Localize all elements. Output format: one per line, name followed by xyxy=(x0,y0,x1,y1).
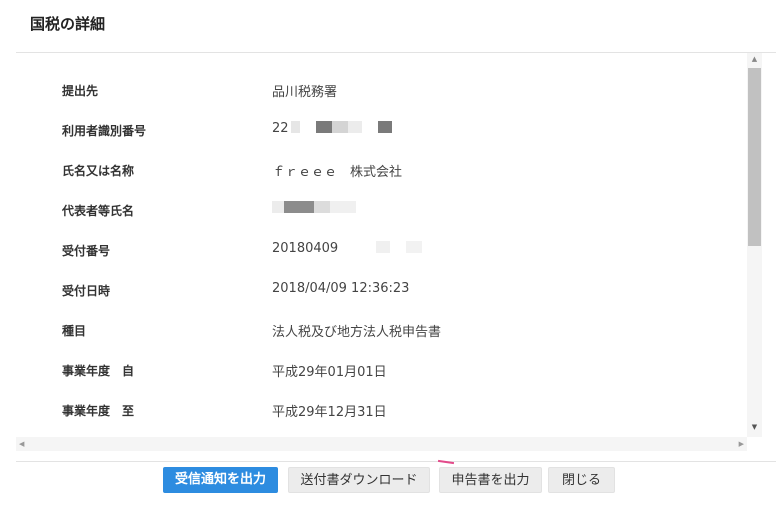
detail-label: 受付番号 xyxy=(62,244,111,258)
redaction-mask xyxy=(299,121,316,133)
detail-row-representative: 代表者等氏名 xyxy=(16,200,747,220)
scroll-right-arrow-icon[interactable]: ▶ xyxy=(739,437,744,451)
dialog-footer: 受信通知を出力 送付書ダウンロード 申告書を出力 閉じる xyxy=(0,467,778,495)
detail-row-receipt-datetime: 受付日時 2018/04/09 12:36:23 xyxy=(16,280,747,300)
download-cover-letter-button[interactable]: 送付書ダウンロード xyxy=(288,467,430,493)
close-button[interactable]: 閉じる xyxy=(548,467,615,493)
detail-row-office: 提出先 品川税務署 xyxy=(16,80,747,100)
detail-row-name: 氏名又は名称 ｆｒｅｅｅ 株式会社 xyxy=(16,160,747,180)
dialog-title: 国税の詳細 xyxy=(30,15,106,33)
detail-value-wrap xyxy=(272,201,356,216)
redaction-mask xyxy=(315,121,332,133)
redaction-mask xyxy=(331,121,348,133)
detail-label: 事業年度 自 xyxy=(62,364,135,378)
output-receipt-notice-button[interactable]: 受信通知を出力 xyxy=(163,467,278,493)
detail-label: 提出先 xyxy=(62,84,99,98)
redaction-mask xyxy=(377,121,392,133)
detail-value: ｆｒｅｅｅ 株式会社 xyxy=(272,165,403,180)
redaction-mask xyxy=(284,201,314,213)
scrollbar-thumb[interactable] xyxy=(748,68,761,246)
detail-label: 代表者等氏名 xyxy=(62,204,135,218)
detail-row-fiscal-end: 事業年度 至 平成29年12月31日 xyxy=(16,400,747,420)
scroll-up-arrow-icon[interactable]: ▲ xyxy=(747,55,762,63)
detail-value: 20180409 xyxy=(272,241,339,256)
redaction-mask xyxy=(361,121,378,133)
detail-row-category: 種目 法人税及び地方法人税申告書 xyxy=(16,320,747,340)
output-declaration-button[interactable]: 申告書を出力 xyxy=(439,467,542,493)
detail-value: 22 xyxy=(272,121,289,136)
detail-label: 氏名又は名称 xyxy=(62,164,135,178)
detail-label: 受付日時 xyxy=(62,284,111,298)
detail-value: 平成29年12月31日 xyxy=(272,405,387,420)
detail-row-receipt-number: 受付番号 20180409 xyxy=(16,240,747,260)
detail-value: 平成29年01月01日 xyxy=(272,365,387,380)
redaction-mask xyxy=(390,241,407,253)
detail-label: 事業年度 至 xyxy=(62,404,135,418)
redaction-mask xyxy=(314,201,330,213)
details-panel[interactable]: 提出先 品川税務署 利用者識別番号 22 氏名又は名称 ｆｒｅｅｅ 株式会社 代… xyxy=(16,53,747,437)
detail-label: 種目 xyxy=(62,324,87,338)
detail-value: 法人税及び地方法人税申告書 xyxy=(272,325,442,340)
detail-value-wrap: 22 xyxy=(272,121,392,136)
redaction-mask xyxy=(272,201,284,213)
horizontal-scrollbar[interactable]: ◀ ▶ xyxy=(16,437,747,451)
detail-row-user-id: 利用者識別番号 22 xyxy=(16,120,747,140)
footer-divider xyxy=(16,461,776,462)
detail-value: 2018/04/09 12:36:23 xyxy=(272,281,410,296)
detail-value-wrap: 20180409 xyxy=(272,241,423,256)
redaction-mask xyxy=(330,201,356,213)
scroll-down-arrow-icon[interactable]: ▼ xyxy=(747,423,762,431)
detail-value: 品川税務署 xyxy=(272,85,338,100)
vertical-scrollbar[interactable]: ▲ ▼ xyxy=(747,53,762,437)
redaction-mask xyxy=(338,241,377,253)
redaction-mask xyxy=(376,241,391,253)
detail-label: 利用者識別番号 xyxy=(62,124,147,138)
redaction-mask xyxy=(406,241,423,253)
scroll-left-arrow-icon[interactable]: ◀ xyxy=(19,437,24,451)
detail-row-fiscal-start: 事業年度 自 平成29年01月01日 xyxy=(16,360,747,380)
redaction-mask xyxy=(290,121,300,133)
redaction-mask xyxy=(347,121,362,133)
